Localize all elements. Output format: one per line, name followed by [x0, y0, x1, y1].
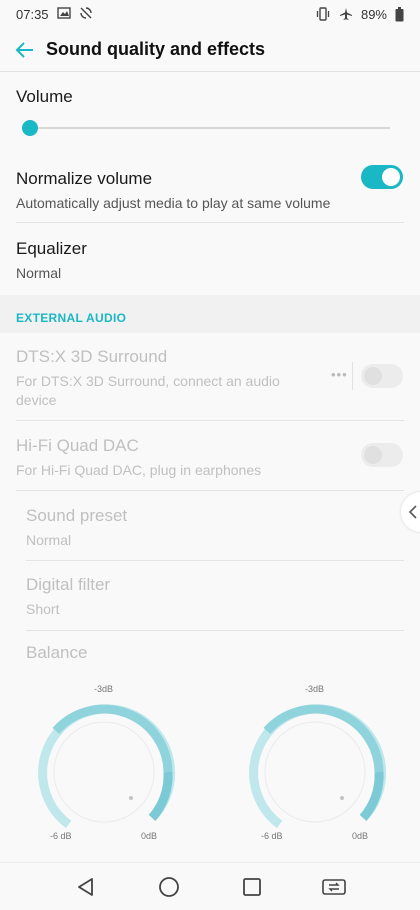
dts-surround-setting[interactable]: DTS:X 3D Surround For DTS:X 3D Surround,… — [16, 347, 316, 410]
more-options-icon[interactable]: ••• — [331, 367, 349, 383]
equalizer-value: Normal — [16, 265, 62, 281]
left-balance-knob[interactable] — [30, 698, 178, 846]
arrow-back-icon — [15, 41, 33, 58]
no-sync-icon — [79, 6, 93, 23]
equalizer-setting[interactable]: Equalizer Normal — [16, 239, 404, 283]
dts-surround-toggle[interactable] — [361, 364, 403, 388]
recents-square-icon — [243, 878, 261, 896]
balance-title: Balance — [26, 643, 88, 662]
hifi-dac-toggle[interactable] — [361, 443, 403, 467]
back-button[interactable] — [12, 37, 38, 63]
battery-icon — [395, 6, 404, 22]
page-title: Sound quality and effects — [46, 39, 266, 59]
left-knob-min-label: -6 dB — [50, 831, 72, 841]
status-right: 89% — [315, 6, 404, 22]
home-circle-icon — [159, 877, 179, 897]
dts-surround-title: DTS:X 3D Surround — [16, 347, 168, 366]
volume-slider-thumb[interactable] — [22, 120, 38, 136]
sound-preset-title: Sound preset — [26, 506, 128, 525]
status-time: 07:35 — [16, 6, 49, 22]
digital-filter-value: Short — [26, 601, 60, 617]
image-icon — [56, 6, 71, 22]
divider — [16, 420, 404, 421]
normalize-volume-subtitle: Automatically adjust media to play at sa… — [16, 195, 331, 211]
airplane-icon — [339, 7, 353, 21]
hifi-dac-subtitle: For Hi-Fi Quad DAC, plug in earphones — [16, 462, 262, 478]
right-knob-max-label: 0dB — [352, 831, 369, 841]
normalize-volume-toggle[interactable] — [361, 165, 403, 189]
left-knob-max-label: 0dB — [141, 831, 158, 841]
sound-preset-value: Normal — [26, 532, 72, 548]
hifi-dac-title: Hi-Fi Quad DAC — [16, 436, 139, 455]
volume-title: Volume — [16, 87, 73, 106]
back-triangle-icon — [78, 878, 93, 896]
equalizer-title: Equalizer — [16, 239, 87, 258]
volume-setting: Volume — [16, 87, 404, 107]
nav-recents-button[interactable] — [238, 873, 266, 901]
screen-switch-icon — [322, 879, 346, 895]
right-knob-top-label: -3dB — [305, 684, 325, 694]
dts-surround-subtitle: For DTS:X 3D Surround, connect an audio … — [16, 373, 280, 408]
right-balance-knob[interactable] — [241, 698, 389, 846]
hifi-dac-setting[interactable]: Hi-Fi Quad DAC For Hi-Fi Quad DAC, plug … — [16, 436, 404, 480]
divider — [26, 630, 404, 631]
digital-filter-title: Digital filter — [26, 575, 111, 594]
volume-slider-track[interactable] — [30, 127, 390, 129]
battery-percent: 89% — [360, 6, 387, 22]
nav-switch-button[interactable] — [320, 873, 348, 901]
right-knob-min-label: -6 dB — [261, 831, 283, 841]
app-bar: Sound quality and effects — [0, 28, 420, 72]
nav-home-button[interactable] — [155, 873, 183, 901]
vibrate-icon — [315, 7, 331, 21]
nav-back-button[interactable] — [72, 873, 100, 901]
vertical-divider — [352, 362, 353, 390]
balance-setting: Balance — [26, 643, 414, 663]
left-knob-top-label: -3dB — [94, 684, 114, 694]
external-audio-header: EXTERNAL AUDIO — [16, 311, 127, 325]
sound-preset-setting[interactable]: Sound preset Normal — [26, 506, 414, 550]
chevron-left-icon — [408, 505, 417, 519]
status-left: 07:35 — [16, 6, 93, 23]
digital-filter-setting[interactable]: Digital filter Short — [26, 575, 414, 619]
divider — [16, 490, 404, 491]
divider — [26, 560, 404, 561]
status-bar: 07:35 89% — [0, 0, 420, 28]
normalize-volume-setting[interactable]: Normalize volume Automatically adjust me… — [16, 169, 404, 213]
normalize-volume-title: Normalize volume — [16, 169, 153, 188]
navigation-bar — [0, 862, 420, 910]
divider — [16, 222, 404, 223]
